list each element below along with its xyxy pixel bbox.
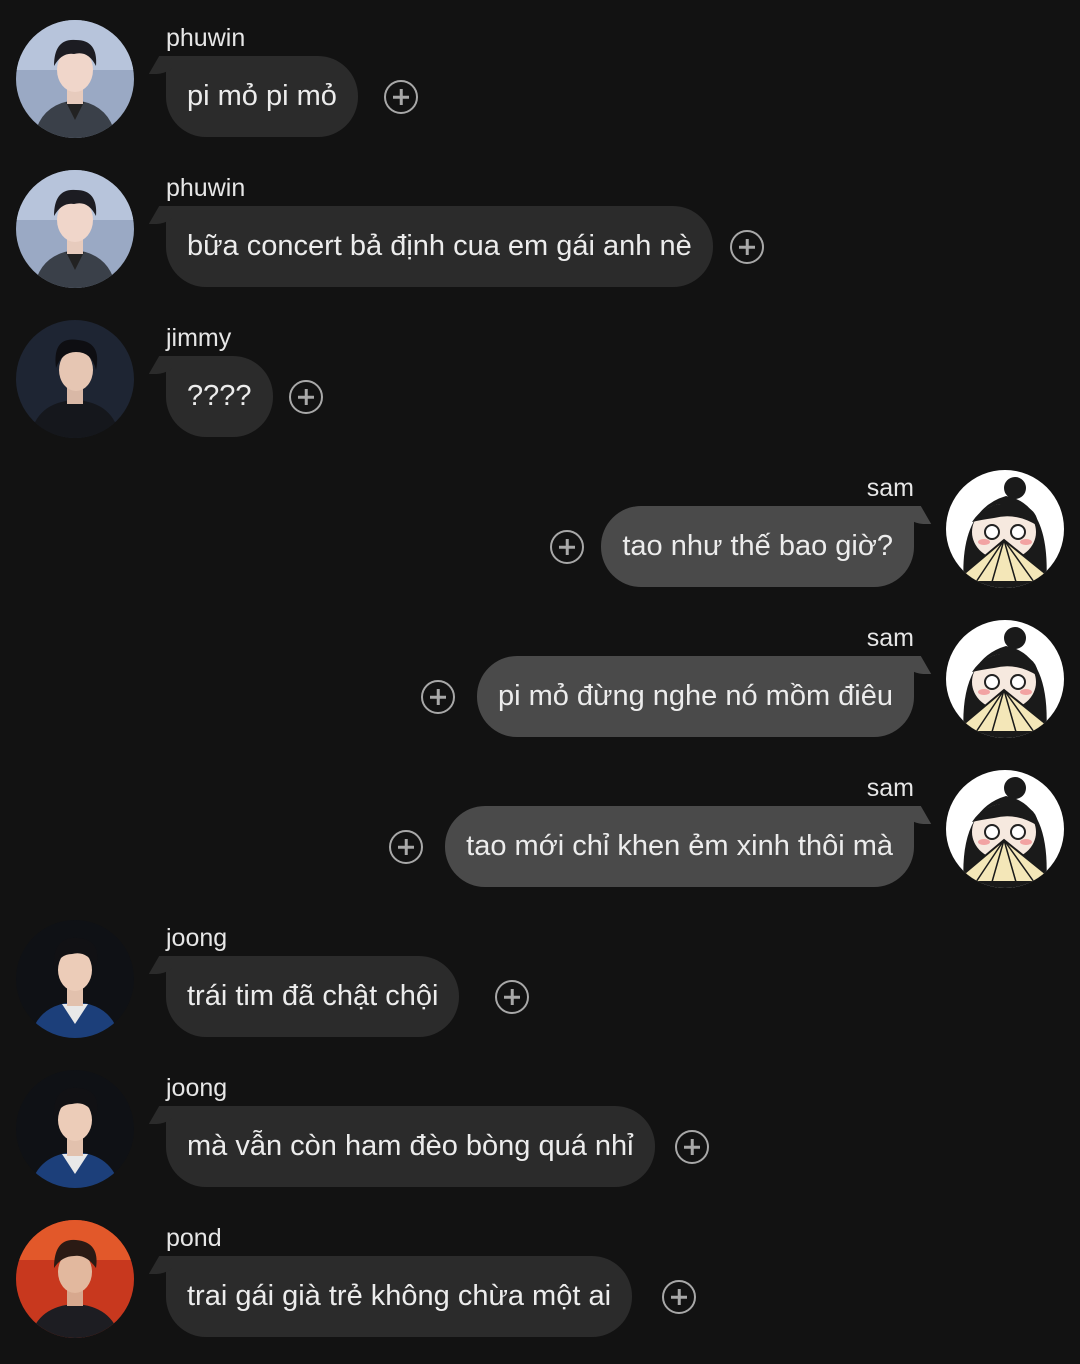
- sender-name: jimmy: [166, 324, 232, 352]
- avatar-joong-image: [16, 920, 134, 1038]
- avatar-sam-image: [946, 470, 1064, 588]
- message-row: sam tao như thế bao giờ?: [0, 450, 1080, 600]
- avatar-sam-image: [946, 620, 1064, 738]
- sender-name: sam: [866, 474, 914, 502]
- avatar-jimmy-image: [16, 320, 134, 438]
- add-reaction-icon[interactable]: [730, 230, 764, 264]
- avatar-pond[interactable]: [16, 1220, 134, 1338]
- sender-name: sam: [866, 774, 914, 802]
- sender-name: joong: [166, 1074, 228, 1102]
- message-row: joong trái tim đã chật chội: [0, 900, 1080, 1050]
- avatar-sam[interactable]: [946, 620, 1064, 738]
- avatar-sam-image: [946, 770, 1064, 888]
- avatar-sam[interactable]: [946, 470, 1064, 588]
- avatar-joong[interactable]: [16, 920, 134, 1038]
- sender-name: phuwin: [166, 24, 246, 52]
- sender-name: joong: [166, 924, 228, 952]
- avatar-sam[interactable]: [946, 770, 1064, 888]
- avatar-phuwin-image: [16, 20, 134, 138]
- message-row: jimmy ????: [0, 300, 1080, 450]
- avatar-jimmy[interactable]: [16, 320, 134, 438]
- message-bubble[interactable]: tao mới chỉ khen ẻm xinh thôi mà: [445, 806, 914, 887]
- message-row: sam pi mỏ đừng nghe nó mồm điêu: [0, 600, 1080, 750]
- message-row: phuwin pi mỏ pi mỏ: [0, 0, 1080, 150]
- message-row: pond trai gái già trẻ không chừa một ai: [0, 1200, 1080, 1350]
- add-reaction-icon[interactable]: [662, 1280, 696, 1314]
- avatar-phuwin[interactable]: [16, 170, 134, 288]
- message-bubble[interactable]: pi mỏ đừng nghe nó mồm điêu: [476, 656, 914, 737]
- avatar-pond-image: [16, 1220, 134, 1338]
- message-row: joong mà vẫn còn ham đèo bòng quá nhỉ: [0, 1050, 1080, 1200]
- message-row: phuwin bữa concert bả định cua em gái an…: [0, 150, 1080, 300]
- chat-thread: phuwin pi mỏ pi mỏ phuwin bữa concert bả…: [0, 0, 1080, 1364]
- message-bubble[interactable]: mà vẫn còn ham đèo bòng quá nhỉ: [166, 1106, 655, 1187]
- add-reaction-icon[interactable]: [495, 980, 529, 1014]
- sender-name: sam: [866, 624, 914, 652]
- avatar-joong[interactable]: [16, 1070, 134, 1188]
- add-reaction-icon[interactable]: [421, 680, 455, 714]
- message-bubble[interactable]: pi mỏ pi mỏ: [166, 56, 358, 137]
- avatar-phuwin-image: [16, 170, 134, 288]
- add-reaction-icon[interactable]: [675, 1130, 709, 1164]
- message-bubble[interactable]: trai gái già trẻ không chừa một ai: [166, 1256, 633, 1337]
- message-bubble[interactable]: trái tim đã chật chội: [166, 956, 460, 1037]
- message-bubble[interactable]: bữa concert bả định cua em gái anh nè: [166, 206, 713, 287]
- sender-name: phuwin: [166, 174, 246, 202]
- message-row: sam tao mới chỉ khen ẻm xinh thôi mà: [0, 750, 1080, 900]
- add-reaction-icon[interactable]: [389, 830, 423, 864]
- message-bubble[interactable]: ????: [166, 356, 273, 437]
- sender-name: pond: [166, 1224, 222, 1252]
- add-reaction-icon[interactable]: [550, 530, 584, 564]
- add-reaction-icon[interactable]: [384, 80, 418, 114]
- avatar-phuwin[interactable]: [16, 20, 134, 138]
- message-bubble[interactable]: tao như thế bao giờ?: [601, 506, 914, 587]
- avatar-joong-image: [16, 1070, 134, 1188]
- add-reaction-icon[interactable]: [289, 380, 323, 414]
